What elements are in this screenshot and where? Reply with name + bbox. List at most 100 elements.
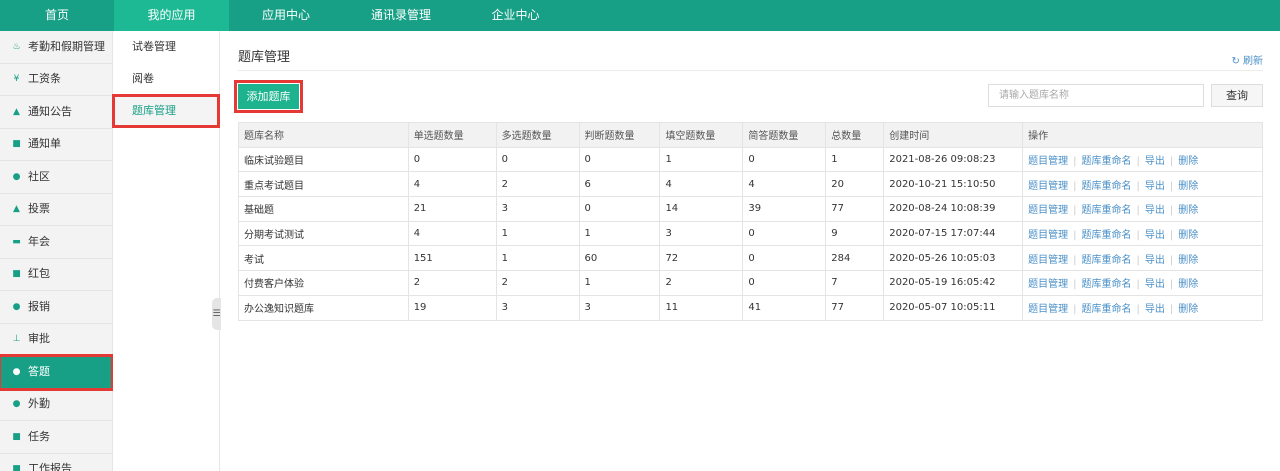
collapse-handle[interactable]: ☰ — [212, 298, 221, 330]
table-cell: 2020-07-15 17:07:44 — [883, 220, 1024, 247]
rename-bank-link[interactable]: 题库重命名 — [1082, 156, 1132, 167]
delete-link[interactable]: 删除 — [1178, 230, 1198, 241]
manage-questions-link[interactable]: 题目管理 — [1028, 230, 1068, 241]
sidebar-item-salary[interactable]: ¥ 工资条 — [0, 64, 112, 96]
refresh-button[interactable]: ↻ 刷新 — [1231, 52, 1263, 67]
export-link[interactable]: 导出 — [1145, 279, 1165, 290]
actions-cell: 题目管理 | 题库重命名 | 导出 | 删除 — [1022, 171, 1263, 198]
table-cell: 14 — [659, 196, 744, 222]
search-button[interactable]: 查询 — [1211, 84, 1263, 107]
table-cell: 2020-10-21 15:10:50 — [883, 171, 1024, 198]
page-title: 题库管理 — [238, 50, 291, 65]
reimburse-icon: ● — [12, 301, 21, 312]
table-cell: 基础题 — [238, 196, 409, 222]
subnav-grading[interactable]: 阅卷 — [113, 63, 219, 95]
table-cell: 3 — [659, 220, 744, 247]
divider — [238, 70, 1263, 71]
sidebar-item-red-packet[interactable]: ■ 红包 — [0, 259, 112, 291]
sidebar-item-vote[interactable]: ▲ 投票 — [0, 194, 112, 226]
sidebar-item-label: 通知公告 — [28, 104, 72, 118]
quiz-icon: ● — [12, 366, 21, 377]
export-link[interactable]: 导出 — [1145, 156, 1165, 167]
table-cell: 1 — [578, 220, 661, 247]
nav-enterprise[interactable]: 企业中心 — [459, 0, 572, 31]
delete-link[interactable]: 删除 — [1178, 205, 1198, 216]
subnav-question-bank[interactable]: 题库管理 — [112, 94, 220, 128]
export-link[interactable]: 导出 — [1145, 255, 1165, 266]
sidebar-item-quiz[interactable]: ● 答题 — [0, 354, 114, 391]
export-link[interactable]: 导出 — [1145, 205, 1165, 216]
manage-questions-link[interactable]: 题目管理 — [1028, 304, 1068, 315]
separator: | — [1169, 304, 1174, 316]
sidebar-item-annual[interactable]: ▬ 年会 — [0, 226, 112, 259]
delete-link[interactable]: 删除 — [1178, 279, 1198, 290]
sidebar-item-notice[interactable]: ▲ 通知公告 — [0, 96, 112, 129]
sidebar-item-approval[interactable]: ⊥ 审批 — [0, 324, 112, 356]
table-row: 基础题 21 3 0 14 39 77 2020-08-24 10:08:39 题目管理 | 题库重… — [238, 196, 1263, 222]
nav-app-center[interactable]: 应用中心 — [229, 0, 343, 31]
add-question-bank-button[interactable]: 添加题库 — [234, 80, 303, 113]
table-cell: 9 — [825, 220, 885, 247]
delete-link[interactable]: 删除 — [1178, 156, 1198, 167]
column-header: 总数量 — [825, 122, 885, 148]
separator: | — [1169, 279, 1174, 291]
export-link[interactable]: 导出 — [1145, 304, 1165, 315]
table-cell: 3 — [578, 294, 661, 321]
table-cell: 1 — [578, 270, 661, 296]
delete-link[interactable]: 删除 — [1178, 304, 1198, 315]
manage-questions-link[interactable]: 题目管理 — [1028, 181, 1068, 192]
sidebar-item-notice-form[interactable]: ■ 通知单 — [0, 129, 112, 161]
actions-cell: 题目管理 | 题库重命名 | 导出 | 删除 — [1022, 294, 1263, 321]
manage-questions-link[interactable]: 题目管理 — [1028, 205, 1068, 216]
rename-bank-link[interactable]: 题库重命名 — [1082, 304, 1132, 315]
table-row: 办公逸知识题库 19 3 3 11 41 77 2020-05-07 10:05:11 题目管理… — [238, 294, 1263, 321]
menu-icon: ☰ — [212, 309, 221, 319]
rename-bank-link[interactable]: 题库重命名 — [1082, 181, 1132, 192]
separator: | — [1136, 304, 1140, 316]
red-packet-icon: ■ — [12, 269, 21, 280]
search-input[interactable] — [988, 84, 1204, 107]
column-header: 创建时间 — [883, 122, 1024, 148]
rename-bank-link[interactable]: 题库重命名 — [1082, 205, 1132, 216]
delete-link[interactable]: 删除 — [1178, 181, 1198, 192]
sidebar-item-field[interactable]: ● 外勤 — [0, 389, 112, 421]
sub-sidebar: 试卷管理 阅卷 题库管理 — [112, 31, 220, 471]
table-cell: 20 — [825, 171, 885, 198]
table-cell: 2 — [495, 270, 580, 296]
manage-questions-link[interactable]: 题目管理 — [1028, 156, 1068, 167]
rename-bank-link[interactable]: 题库重命名 — [1082, 230, 1132, 241]
rename-bank-link[interactable]: 题库重命名 — [1082, 255, 1132, 266]
sidebar-item-label: 红包 — [28, 267, 50, 281]
export-link[interactable]: 导出 — [1145, 181, 1165, 192]
sidebar-item-attendance[interactable]: ♨ 考勤和假期管理 — [0, 31, 112, 64]
table-cell: 0 — [742, 146, 827, 173]
manage-questions-link[interactable]: 题目管理 — [1028, 255, 1068, 266]
manage-questions-link[interactable]: 题目管理 — [1028, 279, 1068, 290]
sidebar-item-task[interactable]: ■ 任务 — [0, 421, 112, 454]
sidebar-item-label: 考勤和假期管理 — [28, 39, 105, 53]
approval-icon: ⊥ — [12, 334, 21, 345]
table-header-row: 题库名称 单选题数量 多选题数量 判断题数量 填空题数量 简答题数量 总数量 创建时间 操作 — [238, 122, 1263, 148]
table-cell: 2020-05-07 10:05:11 — [883, 294, 1024, 321]
table-cell: 1 — [495, 220, 580, 247]
delete-link[interactable]: 删除 — [1178, 255, 1198, 266]
sidebar-item-community[interactable]: ● 社区 — [0, 161, 112, 194]
nav-contacts[interactable]: 通讯录管理 — [343, 0, 459, 31]
nav-my-apps[interactable]: 我的应用 — [114, 0, 229, 31]
sidebar-item-reimburse[interactable]: ● 报销 — [0, 291, 112, 324]
export-link[interactable]: 导出 — [1145, 230, 1165, 241]
table-row: 考试 151 1 60 72 0 284 2020-05-26 10:05:03 题目管理 | 题库… — [238, 245, 1263, 272]
sidebar-item-report[interactable]: ■ 工作报告 — [0, 454, 112, 471]
rename-bank-link[interactable]: 题库重命名 — [1082, 279, 1132, 290]
table-cell: 6 — [578, 171, 661, 198]
sidebar-item-label: 社区 — [28, 169, 50, 183]
bell-icon: ▲ — [13, 106, 20, 117]
location-icon: ● — [12, 399, 21, 410]
nav-home[interactable]: 首页 — [0, 0, 114, 31]
table-cell: 7 — [825, 270, 885, 296]
table-cell: 4 — [407, 171, 497, 198]
table-cell: 重点考试题目 — [238, 171, 409, 198]
subnav-exam-papers[interactable]: 试卷管理 — [113, 31, 219, 63]
separator: | — [1136, 230, 1140, 242]
table-cell: 60 — [578, 245, 661, 272]
